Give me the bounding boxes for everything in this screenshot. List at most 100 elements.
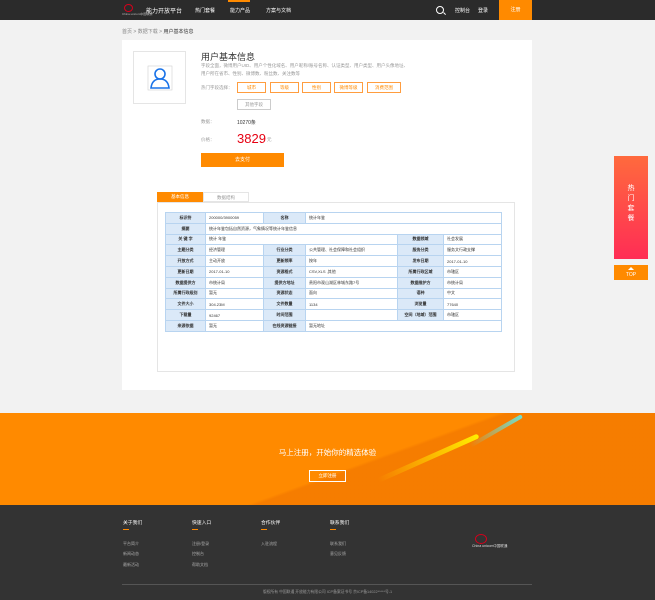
footer-col-title: 联系我们 <box>330 521 350 526</box>
info-table: 标识符 200000/3900059 名称 统计年鉴 摘要 统计年鉴包括自然资源… <box>165 212 503 332</box>
table-key: 时间范围 <box>263 309 306 321</box>
table-key: 更新日期 <box>165 265 206 278</box>
table-row: 文件大小 304.23M 文件数量 1134 浏览量 77640 <box>165 298 503 311</box>
promo-shade <box>0 413 655 505</box>
breadcrumb-separator: > <box>159 29 163 35</box>
table-row: 下载量 92467 时间范围 空间（地域）范围 市辖区 <box>165 309 503 321</box>
table-key: 来源依据 <box>165 319 206 332</box>
table-row: 数据提供方 市统计局 提供方地址 贵阳市观山湖区林城东路7号 数据维护方 市统计… <box>165 276 503 289</box>
register-button[interactable]: 注册 <box>499 0 532 20</box>
table-key: 服务分类 <box>397 244 444 257</box>
product-image <box>133 51 186 104</box>
nav-hot-packages[interactable]: 热门套餐 <box>195 7 215 14</box>
price-value: 3829 <box>237 131 266 146</box>
table-value: 暂无地址 <box>304 319 503 332</box>
promo-banner <box>0 413 655 505</box>
table-key: 所属行政级别 <box>165 287 206 300</box>
table-key: 开放方式 <box>165 255 206 267</box>
table-value: 200000/3900059 <box>205 212 264 224</box>
unicom-logo[interactable]: China unicom中国联通 <box>122 4 152 16</box>
footer-col-underline <box>330 529 336 530</box>
table-row: 关 键 字 统计 年鉴 数据领域 社会发展 <box>165 233 503 246</box>
table-key: 所属行政区域 <box>397 265 444 278</box>
footer-col-title: 关于我们 <box>123 521 143 526</box>
table-key: 文件数量 <box>263 298 306 311</box>
price-label: 价格： <box>201 137 215 142</box>
table-value: 2017-01-10 <box>442 255 503 267</box>
table-value: 按年 <box>305 255 398 267</box>
footer-link[interactable]: 注册/登录 <box>192 541 209 547</box>
breadcrumb-data-download[interactable]: 数据下载 <box>138 29 158 35</box>
footer-link[interactable]: 意见反馈 <box>330 551 346 557</box>
table-value: 统计 年鉴 <box>205 233 398 246</box>
table-key: 更新频率 <box>263 255 306 267</box>
table-value: 市统计局 <box>205 276 264 289</box>
table-value: 暂无 <box>205 319 264 332</box>
tab-data-structure[interactable]: 数据结构 <box>203 192 249 202</box>
product-description: 字段全面，微博用户UID、用户个性化域名、用户昵称/账号名称、认证类型、用户类型… <box>201 63 408 76</box>
table-key: 标识符 <box>165 212 206 224</box>
table-value: 市辖区 <box>442 265 503 278</box>
price-unit: 元 <box>267 137 272 142</box>
unicom-knot-icon <box>475 534 487 544</box>
tag-city[interactable]: 城市 <box>237 82 266 93</box>
tag-level[interactable]: 等级 <box>270 82 299 93</box>
footer-link[interactable]: 联系我们 <box>330 541 346 547</box>
table-key: 数据领域 <box>397 233 444 246</box>
site-title[interactable]: 能力开放平台 <box>146 6 182 15</box>
pay-button[interactable]: 去支付 <box>201 153 284 167</box>
tag-other-fields[interactable]: 其他字段 <box>237 99 271 110</box>
footer-divider <box>122 584 532 585</box>
footer-logo: China unicom中国联通 <box>472 534 508 548</box>
table-key: 名称 <box>263 212 306 224</box>
table-value: CSV,XLS ,其他 <box>305 265 398 278</box>
top-navbar <box>0 0 655 20</box>
nav-solutions-docs[interactable]: 方案与文档 <box>266 7 291 14</box>
footer <box>0 505 655 600</box>
table-key: 下载量 <box>165 309 206 321</box>
table-key: 资源状态 <box>263 287 306 300</box>
table-value: 2017-01-10 <box>205 265 264 278</box>
table-value: 暂无 <box>205 287 264 300</box>
footer-link[interactable]: 入驻流程 <box>261 541 277 547</box>
tag-gender[interactable]: 性别 <box>302 82 331 93</box>
nav-capability-products[interactable]: 能力产品 <box>230 7 250 14</box>
footer-link[interactable]: 最新活动 <box>123 562 139 568</box>
table-key: 数据维护方 <box>397 276 444 289</box>
tab-basic-info[interactable]: 基本信息 <box>157 192 203 202</box>
register-now-button[interactable]: 立即注册 <box>309 470 346 482</box>
footer-link[interactable]: 平台简介 <box>123 541 139 547</box>
table-row: 更新日期 2017-01-10 资源格式 CSV,XLS ,其他 所属行政区域 … <box>165 265 503 278</box>
search-icon[interactable] <box>436 6 444 14</box>
data-count-label: 数据： <box>201 119 215 124</box>
table-value: 统计年鉴 <box>304 212 503 224</box>
table-key: 资源格式 <box>263 265 306 278</box>
breadcrumb: 首页 > 数据下载 > 用户基本信息 <box>122 28 193 35</box>
breadcrumb-home[interactable]: 首页 <box>122 29 132 35</box>
table-value: 市统计局 <box>442 276 503 289</box>
table-key: 主题分类 <box>165 244 206 257</box>
table-value: 统计年鉴包括自然资源，气象情况等统计年鉴信息 <box>204 222 503 235</box>
table-value: 经济管理 <box>205 244 264 257</box>
table-value: 77640 <box>442 298 503 311</box>
table-value: 服务文行政支撑 <box>442 244 503 257</box>
table-key: 浏览量 <box>397 298 444 311</box>
table-row: 开放方式 主动开放 更新频率 按年 发布日期 2017-01-10 <box>165 255 503 267</box>
tag-consumption-range[interactable]: 消费范围 <box>367 82 401 93</box>
footer-col-title: 快速入口 <box>192 521 212 526</box>
hot-packages-float[interactable]: 热门套餐 <box>614 156 648 259</box>
footer-link[interactable]: 帮助文档 <box>192 562 208 568</box>
nav-active-indicator <box>228 0 250 2</box>
table-value: 中文 <box>442 287 503 300</box>
footer-col-underline <box>123 529 129 530</box>
login-link[interactable]: 登录 <box>478 7 488 14</box>
footer-link[interactable]: 控制台 <box>192 551 204 557</box>
table-row: 摘要 统计年鉴包括自然资源，气象情况等统计年鉴信息 <box>165 222 503 235</box>
table-value: 主动开放 <box>205 255 264 267</box>
footer-link[interactable]: 新闻动态 <box>123 551 139 557</box>
tag-weibo-level[interactable]: 微博等级 <box>334 82 363 93</box>
table-key: 摘要 <box>165 222 206 235</box>
console-link[interactable]: 控制台 <box>455 7 470 14</box>
back-to-top-button[interactable]: TOP <box>614 265 648 280</box>
table-row: 主题分类 经济管理 行业分类 公共管理、社会保障和社会组织 服务分类 服务文行政… <box>165 244 503 257</box>
